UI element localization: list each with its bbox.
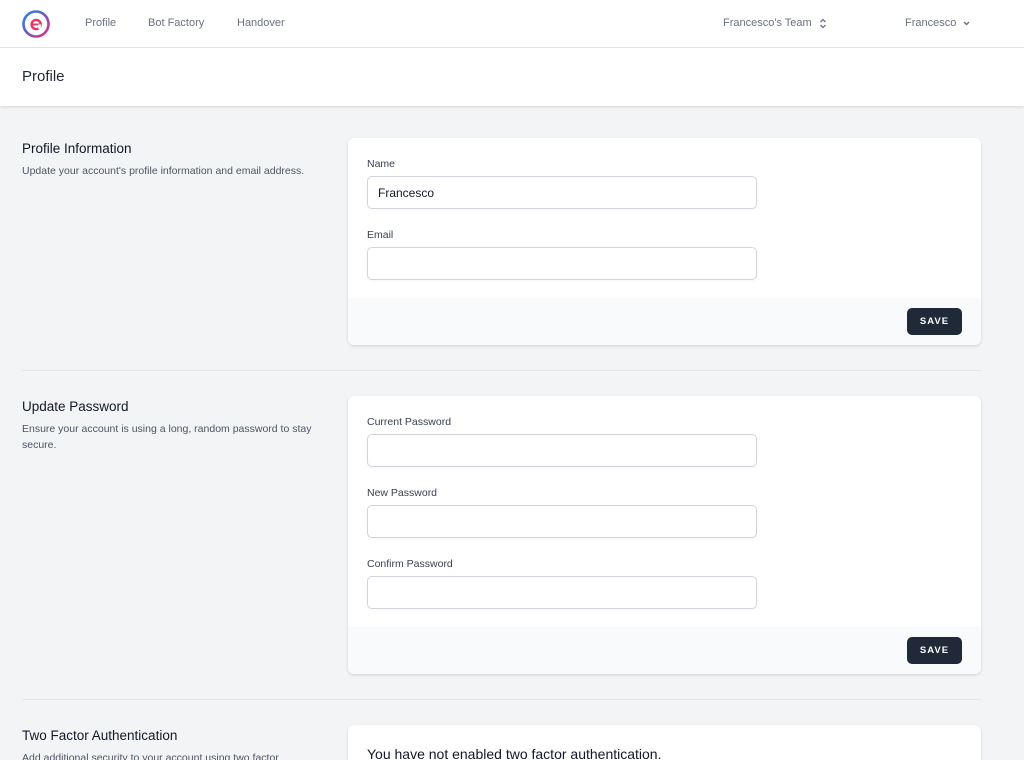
profile-info-card-footer: SAVE (348, 298, 981, 345)
user-menu[interactable]: Francesco (905, 17, 971, 29)
profile-info-card: Name Email SAVE (348, 138, 981, 345)
team-switcher[interactable]: Francesco's Team (723, 17, 827, 29)
save-profile-button[interactable]: SAVE (907, 308, 962, 335)
section-divider (22, 699, 981, 700)
confirm-password-field[interactable] (367, 576, 757, 609)
two-factor-card: You have not enabled two factor authenti… (348, 725, 981, 760)
section-divider (22, 370, 981, 371)
app-logo-icon[interactable] (22, 10, 50, 38)
current-password-label: Current Password (367, 416, 452, 428)
profile-info-title: Profile Information (22, 141, 132, 156)
nav-link-bot-factory[interactable]: Bot Factory (148, 17, 204, 29)
confirm-password-label: Confirm Password (367, 558, 453, 570)
chevron-down-icon (963, 21, 970, 25)
name-label: Name (367, 158, 396, 170)
nav-link-profile[interactable]: Profile (85, 17, 116, 29)
current-password-field[interactable] (367, 434, 757, 467)
profile-info-description: Update your account's profile informatio… (22, 165, 305, 177)
new-password-field[interactable] (367, 505, 757, 538)
two-factor-title: Two Factor Authentication (22, 728, 178, 743)
user-name: Francesco (905, 17, 957, 29)
new-password-label: New Password (367, 487, 438, 499)
two-factor-description: Add additional security to your account … (22, 752, 279, 760)
update-password-description: Ensure your account is using a long, ran… (22, 423, 312, 451)
email-label: Email (367, 229, 394, 241)
page-header: Profile (0, 48, 1024, 106)
selector-icon (819, 18, 826, 28)
update-password-card: Current Password New Password Confirm Pa… (348, 396, 981, 674)
name-field[interactable] (367, 176, 757, 209)
nav-link-handover[interactable]: Handover (237, 17, 285, 29)
page-title: Profile (22, 68, 65, 85)
email-field[interactable] (367, 247, 757, 280)
update-password-card-footer: SAVE (348, 627, 981, 674)
team-name: Francesco's Team (723, 17, 812, 29)
save-password-button[interactable]: SAVE (907, 637, 962, 664)
two-factor-status: You have not enabled two factor authenti… (367, 746, 662, 760)
top-navigation: Profile Bot Factory Handover Francesco's… (0, 0, 1024, 48)
update-password-title: Update Password (22, 399, 129, 414)
